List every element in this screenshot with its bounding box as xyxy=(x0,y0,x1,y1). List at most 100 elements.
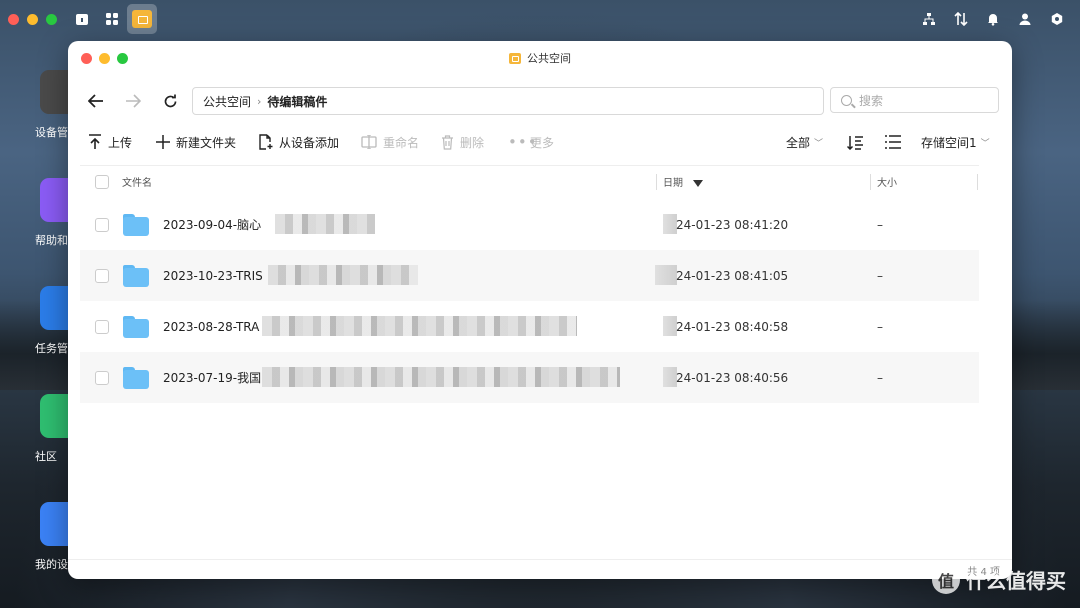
desktop-topbar xyxy=(0,0,1080,38)
network-icon[interactable] xyxy=(914,4,944,34)
folder-icon xyxy=(123,366,149,389)
redacted-text xyxy=(268,265,418,285)
column-name-header[interactable]: 文件名 xyxy=(122,174,152,189)
row-checkbox[interactable] xyxy=(95,268,109,283)
status-bar: 共 4 项 xyxy=(68,559,1012,579)
rename-button[interactable]: 重命名 xyxy=(361,129,419,155)
upload-label: 上传 xyxy=(108,135,133,150)
trash-icon xyxy=(442,134,453,150)
delete-button[interactable]: 删除 xyxy=(441,129,484,155)
arrow-right-icon xyxy=(126,94,141,108)
table-row[interactable]: 2023-07-19-我国 24-01-23 08:40:56 – xyxy=(80,352,979,403)
redacted-text xyxy=(655,265,677,285)
refresh-icon xyxy=(164,94,176,107)
redacted-text xyxy=(663,367,677,387)
file-name[interactable]: 2023-09-04-脑心 xyxy=(163,216,261,233)
breadcrumb-current: 待编辑稿件 xyxy=(267,94,328,109)
add-from-device-button[interactable]: 从设备添加 xyxy=(258,129,339,155)
breadcrumb-root[interactable]: 公共空间 xyxy=(203,93,251,110)
row-checkbox[interactable] xyxy=(95,217,109,232)
file-name[interactable]: 2023-10-23-TRIS xyxy=(163,269,263,283)
refresh-button[interactable] xyxy=(158,89,182,113)
watermark-badge: 值 xyxy=(932,565,960,594)
sort-descending-icon xyxy=(693,179,703,187)
window-titlebar: 公共空间 xyxy=(68,41,1012,75)
new-folder-button[interactable]: 新建文件夹 xyxy=(156,129,236,155)
file-name[interactable]: 2023-07-19-我国 xyxy=(163,369,261,386)
storage-dropdown[interactable]: 存储空间1 ﹀ xyxy=(921,129,990,155)
table-row[interactable]: 2023-08-28-TRA 24-01-23 08:40:58 – xyxy=(80,301,979,352)
file-date: 24-01-23 08:40:58 xyxy=(676,319,789,334)
column-date-label: 日期 xyxy=(663,178,683,189)
settings-icon[interactable] xyxy=(1042,4,1072,34)
add-from-device-label: 从设备添加 xyxy=(279,135,340,150)
search-input[interactable]: 搜索 xyxy=(830,87,999,113)
home-icon[interactable] xyxy=(67,4,97,34)
table-row[interactable]: 2023-10-23-TRIS 24-01-23 08:41:05 – xyxy=(80,250,979,301)
maximize-button[interactable] xyxy=(46,13,57,25)
ellipsis-icon: ••• xyxy=(508,133,538,151)
row-checkbox[interactable] xyxy=(95,319,109,334)
column-divider[interactable] xyxy=(977,174,978,190)
rename-icon xyxy=(361,135,377,149)
window-title: 公共空间 xyxy=(68,41,1012,75)
window-title-text: 公共空间 xyxy=(527,52,571,65)
table-row[interactable]: 2023-09-04-脑心 24-01-23 08:41:20 – xyxy=(80,199,979,250)
file-manager-window: 公共空间 公共空间 › 待编辑稿件 搜索 上传 新建文件夹 从设备添加 重命名 … xyxy=(68,41,1012,579)
file-size: – xyxy=(877,217,883,232)
file-manager-icon[interactable] xyxy=(127,4,157,34)
delete-label: 删除 xyxy=(460,135,485,150)
filter-dropdown[interactable]: 全部 ﹀ xyxy=(786,129,823,155)
file-date: 24-01-23 08:40:56 xyxy=(676,370,789,385)
back-button[interactable] xyxy=(84,89,108,113)
file-size: – xyxy=(877,319,883,334)
breadcrumb[interactable]: 公共空间 › 待编辑稿件 xyxy=(192,87,824,115)
list-view-button[interactable] xyxy=(885,129,901,155)
redacted-text xyxy=(262,316,577,336)
navigation-row: 公共空间 › 待编辑稿件 搜索 xyxy=(68,87,1012,115)
folder-icon xyxy=(123,213,149,236)
forward-button[interactable] xyxy=(121,89,145,113)
more-label: 更多 xyxy=(530,135,555,150)
sort-icon xyxy=(847,135,863,150)
file-size: – xyxy=(877,370,883,385)
storage-label: 存储空间1 xyxy=(921,135,977,150)
upload-icon xyxy=(89,134,101,149)
search-icon xyxy=(841,94,852,106)
grid-icon[interactable] xyxy=(97,4,127,34)
column-divider[interactable] xyxy=(656,174,657,190)
row-checkbox[interactable] xyxy=(95,370,109,385)
watermark-text: 什么值得买 xyxy=(966,569,1066,593)
action-toolbar: 上传 新建文件夹 从设备添加 重命名 删除 ••• 更多 全部 ﹀ 存储空间1 … xyxy=(68,129,1012,155)
redacted-text xyxy=(663,316,677,336)
list-icon xyxy=(885,135,901,149)
close-button[interactable] xyxy=(8,13,19,25)
search-placeholder: 搜索 xyxy=(859,93,884,108)
column-divider[interactable] xyxy=(870,174,871,190)
redacted-text xyxy=(663,214,677,234)
plus-icon xyxy=(156,135,170,149)
redacted-text xyxy=(275,214,375,234)
column-date-header[interactable]: 日期 xyxy=(663,174,703,189)
minimize-button[interactable] xyxy=(27,13,38,25)
sort-button[interactable] xyxy=(847,129,864,155)
upload-button[interactable]: 上传 xyxy=(88,129,132,155)
file-name[interactable]: 2023-08-28-TRA xyxy=(163,320,259,334)
select-all-checkbox[interactable] xyxy=(95,174,109,189)
bell-icon[interactable] xyxy=(978,4,1008,34)
file-date: 24-01-23 08:41:20 xyxy=(676,217,789,232)
folder-icon xyxy=(123,315,149,338)
file-list: 2023-09-04-脑心 24-01-23 08:41:20 – 2023-1… xyxy=(80,199,979,403)
more-button[interactable]: ••• 更多 xyxy=(508,129,554,155)
file-date: 24-01-23 08:41:05 xyxy=(676,268,789,283)
filter-label: 全部 xyxy=(786,135,811,150)
user-icon[interactable] xyxy=(1010,4,1040,34)
file-size: – xyxy=(877,268,883,283)
folder-app-icon xyxy=(509,52,521,64)
chevron-down-icon: ﹀ xyxy=(980,138,990,149)
column-size-header[interactable]: 大小 xyxy=(877,174,897,189)
transfer-icon[interactable] xyxy=(946,4,976,34)
table-header: 文件名 日期 大小 xyxy=(80,165,979,197)
redacted-text xyxy=(262,367,620,387)
chevron-right-icon: › xyxy=(257,94,262,108)
